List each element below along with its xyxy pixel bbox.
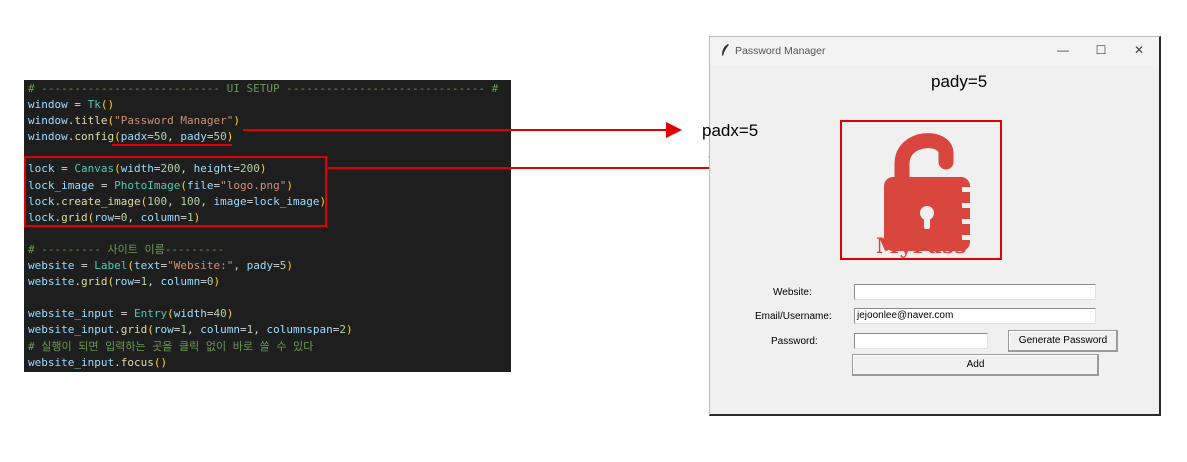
website-input[interactable] — [854, 284, 1096, 300]
add-button[interactable]: Add — [852, 354, 1099, 376]
website-label: Website: — [773, 287, 812, 298]
title-bar[interactable]: Password Manager — ☐ ✕ — [710, 37, 1159, 65]
email-input[interactable]: jejoonlee@naver.com — [854, 308, 1096, 324]
minimize-icon[interactable]: — — [1048, 41, 1078, 61]
logo-highlight-box — [840, 120, 1002, 260]
window-title: Password Manager — [735, 45, 826, 57]
padx-label: padx=5 — [702, 121, 759, 140]
maximize-icon[interactable]: ☐ — [1086, 41, 1116, 61]
pady-label: pady=5 — [931, 72, 988, 91]
password-label: Password: — [771, 336, 818, 347]
feather-icon — [722, 44, 729, 56]
generate-password-button[interactable]: Generate Password — [1008, 330, 1118, 352]
email-label: Email/Username: — [755, 311, 832, 322]
password-input[interactable] — [854, 333, 988, 349]
close-icon[interactable]: ✕ — [1124, 41, 1154, 61]
